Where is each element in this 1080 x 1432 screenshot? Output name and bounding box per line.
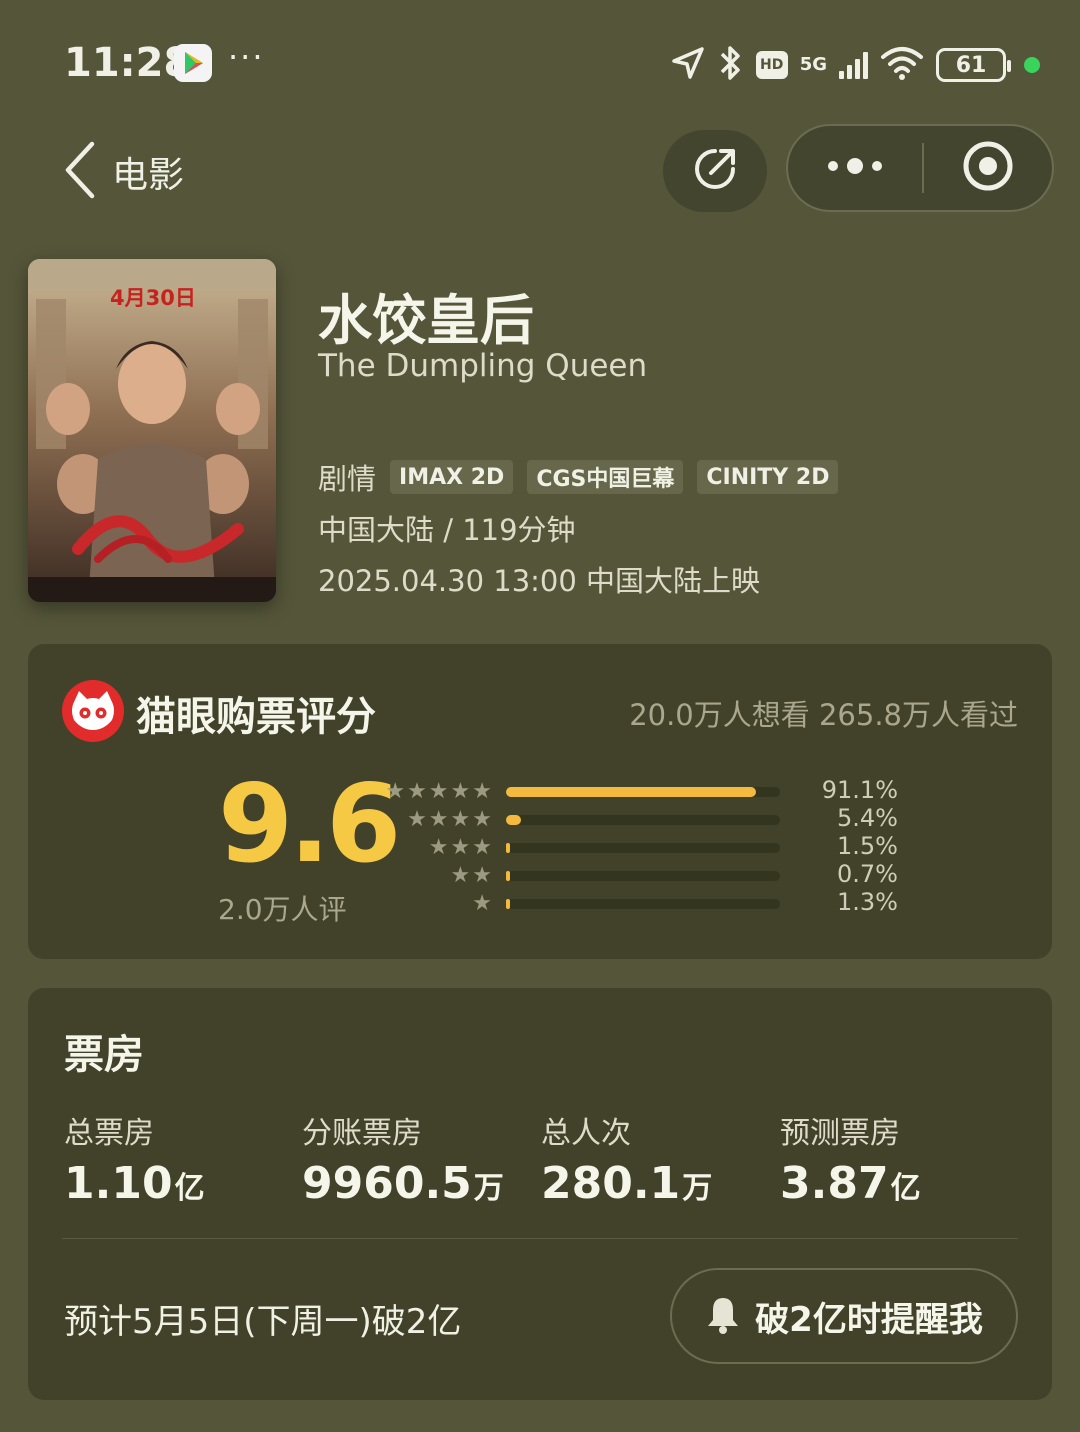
rating-bar-fill [506,899,510,909]
rating-bar-fill [506,871,510,881]
stat-label: 总人次 [541,1116,631,1151]
stat-predicted-box-office: 预测票房 3.87亿 [780,1108,921,1209]
rating-percent: 5.4% [837,804,898,832]
nav-title: 电影 [112,155,185,196]
remind-label: 破2亿时提醒我 [755,1299,983,1340]
status-time: 11:28 [64,40,192,86]
movie-genre: 剧情 [318,462,377,496]
rating-distribution-row: ★ ★ ★ ★ 5.4% [378,804,898,834]
divider [62,1238,1018,1239]
rating-want-watched-counts: 20.0万人想看 265.8万人看过 [629,698,1018,732]
target-circle-icon [961,139,1015,197]
rating-percent: 1.3% [837,888,898,916]
rating-percent: 0.7% [837,860,898,888]
network-type: 5G [799,54,827,75]
location-icon [670,45,706,85]
four-star-icon: ★ ★ ★ ★ [407,807,492,832]
rating-bar-fill [506,787,756,797]
rating-distribution-row: ★ ★ ★ ★ ★ 91.1% [378,776,898,806]
three-star-icon: ★ ★ ★ [428,835,492,860]
movie-region-duration: 中国大陆 / 119分钟 [318,513,576,547]
movie-title-en: The Dumpling Queen [318,348,648,384]
rating-bar-track [506,787,780,797]
rating-title: 猫眼购票评分 [136,694,376,740]
chevron-left-icon [60,140,100,204]
stat-split-box-office: 分账票房 9960.5万 [302,1108,504,1209]
maoyan-cat-logo-icon [62,680,124,742]
box-office-card[interactable]: 票房 总票房 1.10亿 分账票房 9960.5万 总人次 280.1万 预测票… [28,988,1052,1400]
stat-label: 预测票房 [780,1116,900,1151]
two-star-icon: ★ ★ [450,863,492,888]
rating-score: 9.6 [218,762,401,887]
share-icon [689,143,741,199]
rating-card[interactable]: 猫眼购票评分 20.0万人想看 265.8万人看过 9.6 2.0万人评 ★ ★ ★… [28,644,1052,959]
share-button[interactable] [663,130,767,212]
box-office-title: 票房 [64,1032,144,1078]
more-dots-icon [825,156,885,180]
box-office-forecast: 预计5月5日(下周一)破2亿 [64,1302,462,1342]
stat-value: 9960.5万 [302,1158,504,1209]
rating-bar-track [506,899,780,909]
hd-icon: HD [755,51,788,79]
stat-value: 1.10亿 [64,1158,205,1209]
rating-bar-track [506,815,780,825]
remind-me-button[interactable]: 破2亿时提醒我 [670,1268,1018,1364]
format-tag: CINITY 2D [697,460,839,494]
rating-bar-fill [506,843,511,853]
format-tag: IMAX 2D [390,460,514,494]
privacy-indicator-dot [1024,57,1040,73]
movie-poster[interactable]: 4月30日 [28,259,276,602]
bluetooth-icon [718,44,744,86]
more-menu-button[interactable] [788,126,922,210]
movie-tags-row: 剧情 IMAX 2D CGS中国巨幕 CINITY 2D [318,456,852,498]
rating-percent: 91.1% [821,776,898,804]
format-tag: CGS中国巨幕 [527,460,684,494]
stat-value: 3.87亿 [780,1158,921,1209]
status-bar: 11:28 ··· HD 5G 61 [0,0,1080,130]
signal-icon [839,51,868,79]
status-icons: HD 5G 61 [670,40,1040,90]
miniprogram-capsule [786,124,1054,212]
wifi-icon [880,45,924,85]
stat-total-box-office: 总票房 1.10亿 [64,1108,205,1209]
rating-distribution-row: ★ 1.3% [378,888,898,918]
one-star-icon: ★ [472,891,492,916]
stat-label: 分账票房 [302,1116,422,1151]
rating-distribution-row: ★ ★ 0.7% [378,860,898,890]
rating-bar-fill [506,815,521,825]
stat-value: 280.1万 [541,1158,713,1209]
battery-icon: 61 [936,48,1011,82]
bell-icon [705,1294,741,1338]
play-store-icon [174,44,212,82]
close-miniprogram-button[interactable] [924,126,1052,210]
stat-total-admissions: 总人次 280.1万 [541,1108,712,1209]
rating-bar-track [506,843,780,853]
rating-count: 2.0万人评 [218,893,347,926]
more-notifications-icon: ··· [228,38,265,76]
movie-title: 水饺皇后 [318,289,534,352]
rating-bar-track [506,871,780,881]
five-star-icon: ★ ★ ★ ★ ★ [385,779,492,804]
back-button[interactable]: 电影 [60,140,184,204]
stat-label: 总票房 [64,1116,154,1151]
rating-percent: 1.5% [837,832,898,860]
rating-distribution-row: ★ ★ ★ 1.5% [378,832,898,862]
movie-release: 2025.04.30 13:00 中国大陆上映 [318,564,761,598]
poster-date: 4月30日 [110,286,196,310]
